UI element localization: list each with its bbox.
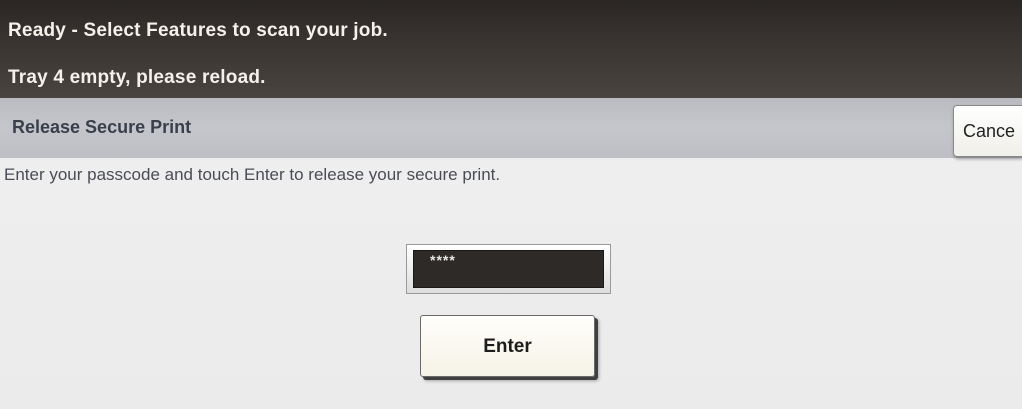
status-bar: Ready - Select Features to scan your job… <box>0 0 1022 98</box>
passcode-value: **** <box>413 250 604 288</box>
dialog-title: Release Secure Print <box>12 117 192 137</box>
instruction-text: Enter your passcode and touch Enter to r… <box>4 165 501 184</box>
cancel-button[interactable]: Cance <box>953 105 1022 157</box>
passcode-field[interactable]: **** <box>406 244 611 294</box>
printer-screen: Ready - Select Features to scan your job… <box>0 0 1022 409</box>
tray-warning-message: Tray 4 empty, please reload. <box>8 67 266 88</box>
status-message: Ready - Select Features to scan your job… <box>8 20 388 41</box>
cancel-button-label: Cance <box>963 121 1016 141</box>
dialog-title-bar: Release Secure Print <box>0 98 1022 158</box>
enter-button[interactable]: Enter <box>420 315 595 377</box>
enter-button-label: Enter <box>483 336 532 357</box>
